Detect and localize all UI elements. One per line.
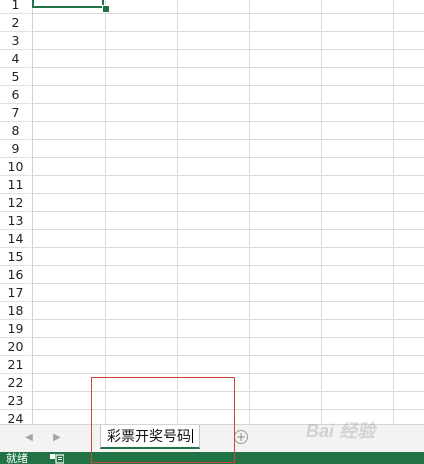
row-header[interactable]: 10 [0,158,31,176]
row-gridline [33,247,424,248]
row-header[interactable]: 12 [0,194,31,212]
row-gridline [33,211,424,212]
fill-handle[interactable] [102,5,110,13]
chevron-right-icon[interactable]: ▶ [50,431,64,445]
status-bar: 就绪 [0,452,424,464]
row-header[interactable]: 1 [0,0,31,14]
plus-circle-icon[interactable]: + [234,430,248,444]
row-gridline [33,391,424,392]
row-gridline [33,121,424,122]
macro-record-icon[interactable] [50,454,64,464]
row-header[interactable]: 7 [0,104,31,122]
row-gridline [33,265,424,266]
row-header[interactable]: 18 [0,302,31,320]
row-header[interactable]: 6 [0,86,31,104]
row-gridline [33,301,424,302]
row-gridline [33,67,424,68]
row-gridline [33,49,424,50]
sheet-tab-active[interactable]: 彩票开奖号码 [100,425,200,449]
column-gridline [105,0,106,424]
row-header[interactable]: 8 [0,122,31,140]
active-cell-a1[interactable] [32,0,104,8]
text-cursor [192,429,193,443]
row-header-column: 1 2 3 4 5 6 7 8 9 10 11 12 13 14 15 16 17 18 19 20 21 22 23 24 [0,0,33,424]
row-gridline [33,193,424,194]
row-header[interactable]: 17 [0,284,31,302]
row-header[interactable]: 11 [0,176,31,194]
watermark: Bai 经验 [306,418,424,444]
row-header[interactable]: 22 [0,374,31,392]
column-gridline [177,0,178,424]
row-header[interactable]: 20 [0,338,31,356]
row-gridline [33,139,424,140]
row-header[interactable]: 4 [0,50,31,68]
column-gridline [321,0,322,424]
row-header[interactable]: 15 [0,248,31,266]
row-header[interactable]: 5 [0,68,31,86]
chevron-left-icon[interactable]: ◀ [22,431,36,445]
status-mode-text: 就绪 [6,452,28,464]
row-gridline [33,229,424,230]
row-header[interactable]: 14 [0,230,31,248]
row-gridline [33,409,424,410]
row-header[interactable]: 24 [0,410,31,424]
row-header[interactable]: 16 [0,266,31,284]
row-gridline [33,337,424,338]
row-header[interactable]: 21 [0,356,31,374]
row-gridline [33,319,424,320]
worksheet-grid[interactable]: 1 2 3 4 5 6 7 8 9 10 11 12 13 14 15 16 17 18 19 20 21 22 23 24 [0,0,424,424]
row-header[interactable]: 3 [0,32,31,50]
row-header[interactable]: 2 [0,14,31,32]
watermark-text: Bai 经验 [306,421,376,441]
row-gridline [33,355,424,356]
row-gridline [33,283,424,284]
row-gridline [33,157,424,158]
row-header[interactable]: 9 [0,140,31,158]
column-gridline [249,0,250,424]
row-header[interactable]: 19 [0,320,31,338]
row-gridline [33,85,424,86]
row-gridline [33,31,424,32]
row-header[interactable]: 23 [0,392,31,410]
row-gridline [33,373,424,374]
row-gridline [33,13,424,14]
row-gridline [33,175,424,176]
row-header[interactable]: 13 [0,212,31,230]
sheet-tab-label: 彩票开奖号码 [107,429,191,445]
column-gridline [393,0,394,424]
row-gridline [33,103,424,104]
